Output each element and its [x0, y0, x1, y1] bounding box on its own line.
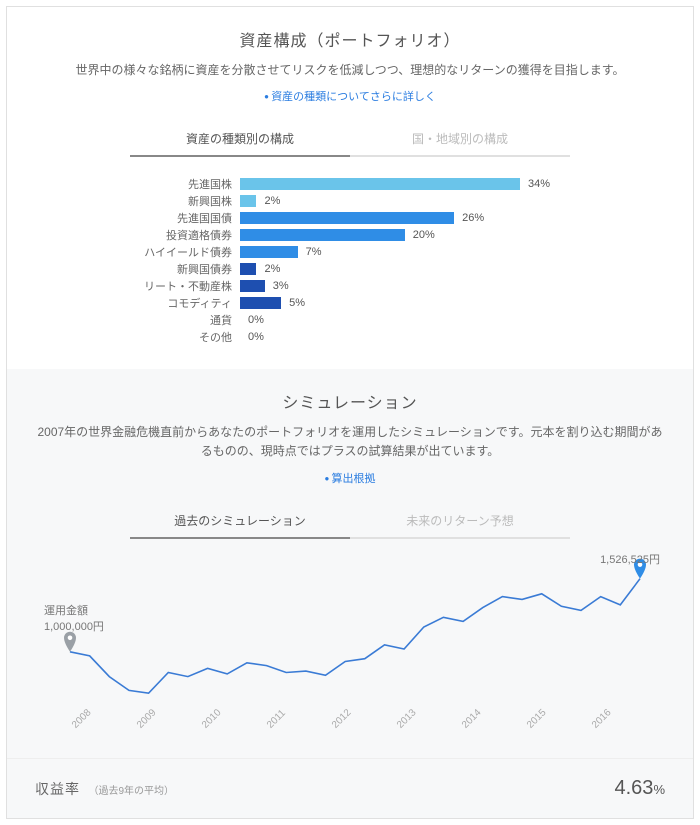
- return-row: 収益率 （過去9年の平均） 4.63%: [7, 758, 693, 818]
- bar-value: 7%: [298, 246, 322, 258]
- tab-future-return[interactable]: 未来のリターン予想: [350, 504, 570, 539]
- bar-label: ハイイールド債券: [130, 244, 240, 260]
- bar-track: 2%: [240, 263, 570, 275]
- return-sublabel: （過去9年の平均）: [88, 786, 174, 797]
- portfolio-tabs: 資産の種類別の構成 国・地域別の構成: [130, 122, 570, 157]
- bar-track: 26%: [240, 212, 570, 224]
- bar-track: 7%: [240, 246, 570, 258]
- simulation-line-chart: 1,526,525円 運用金額 1,000,000円 2008200920102…: [40, 557, 660, 734]
- bar-track: 2%: [240, 195, 570, 207]
- bar-fill: [240, 263, 256, 275]
- bar-track: 0%: [240, 331, 570, 343]
- bar-track: 3%: [240, 280, 570, 292]
- portfolio-more-link[interactable]: 資産の種類についてさらに詳しく: [35, 88, 665, 104]
- bar-fill: [240, 195, 256, 207]
- bar-fill: [240, 178, 520, 190]
- bar-row: その他0%: [130, 328, 570, 345]
- bar-fill: [240, 297, 281, 309]
- simulation-section: シミュレーション 2007年の世界金融危機直前からあなたのポートフォリオを運用し…: [7, 369, 693, 757]
- return-label-block: 収益率 （過去9年の平均）: [35, 779, 174, 799]
- tab-region[interactable]: 国・地域別の構成: [350, 122, 570, 157]
- tab-past-sim[interactable]: 過去のシミュレーション: [130, 504, 350, 539]
- bar-track: 34%: [240, 178, 570, 190]
- bar-label: その他: [130, 329, 240, 345]
- bar-value: 2%: [256, 195, 280, 207]
- bar-label: 新興国株: [130, 193, 240, 209]
- bar-label: 先進国国債: [130, 210, 240, 226]
- return-number: 4.63: [615, 777, 654, 799]
- bar-fill: [240, 246, 298, 258]
- bar-value: 20%: [405, 229, 435, 241]
- bar-row: ハイイールド債券 7%: [130, 243, 570, 260]
- bar-track: 0%: [240, 314, 570, 326]
- simulation-desc: 2007年の世界金融危機直前からあなたのポートフォリオを運用したシミュレーション…: [35, 423, 665, 461]
- bar-value: 34%: [520, 178, 550, 190]
- bar-fill: [240, 280, 265, 292]
- simulation-tabs: 過去のシミュレーション 未来のリターン予想: [130, 504, 570, 539]
- end-value: 1,526,525円: [600, 554, 660, 566]
- bar-row: 投資適格債券 20%: [130, 226, 570, 243]
- x-axis-ticks: 200820092010201120122013201420152016: [70, 723, 630, 734]
- bar-fill: [240, 229, 405, 241]
- simulation-basis-link[interactable]: 算出根拠: [35, 470, 665, 486]
- line-svg: [40, 557, 660, 717]
- bar-label: 新興国債券: [130, 261, 240, 277]
- allocation-bar-chart: 先進国株 34% 新興国株 2% 先進国国債 26% 投資適格債券 20% ハイイールド債券 7%…: [130, 175, 570, 345]
- portfolio-desc: 世界中の様々な銘柄に資産を分散させてリスクを低減しつつ、理想的なリターンの獲得を…: [35, 61, 665, 80]
- bar-row: コモディティ 5%: [130, 294, 570, 311]
- tab-asset-type[interactable]: 資産の種類別の構成: [130, 122, 350, 157]
- bar-label: リート・不動産株: [130, 278, 240, 294]
- start-label-text: 運用金額: [44, 602, 104, 618]
- bar-value: 2%: [256, 263, 280, 275]
- bar-track: 20%: [240, 229, 570, 241]
- bar-row: リート・不動産株 3%: [130, 277, 570, 294]
- simulation-title: シミュレーション: [35, 389, 665, 413]
- bar-row: 新興国債券 2%: [130, 260, 570, 277]
- bar-value: 5%: [281, 297, 305, 309]
- portfolio-title: 資産構成（ポートフォリオ）: [35, 27, 665, 51]
- bar-fill: [240, 212, 454, 224]
- bar-label: 先進国株: [130, 176, 240, 192]
- bar-row: 新興国株 2%: [130, 192, 570, 209]
- return-label: 収益率: [35, 781, 80, 797]
- start-value-label: 運用金額 1,000,000円: [44, 602, 104, 634]
- bar-row: 通貨0%: [130, 311, 570, 328]
- bar-row: 先進国株 34%: [130, 175, 570, 192]
- return-value: 4.63%: [615, 777, 666, 800]
- start-value: 1,000,000円: [44, 618, 104, 634]
- return-pct: %: [653, 782, 665, 797]
- bar-label: コモディティ: [130, 295, 240, 311]
- bar-value: 26%: [454, 212, 484, 224]
- bar-label: 通貨: [130, 312, 240, 328]
- bar-value: 0%: [240, 314, 264, 326]
- bar-row: 先進国国債 26%: [130, 209, 570, 226]
- bar-value: 3%: [265, 280, 289, 292]
- portfolio-card: 資産構成（ポートフォリオ） 世界中の様々な銘柄に資産を分散させてリスクを低減しつ…: [6, 6, 694, 819]
- end-value-label: 1,526,525円: [600, 551, 660, 567]
- bar-value: 0%: [240, 331, 264, 343]
- portfolio-section: 資産構成（ポートフォリオ） 世界中の様々な銘柄に資産を分散させてリスクを低減しつ…: [7, 7, 693, 369]
- bar-track: 5%: [240, 297, 570, 309]
- bar-label: 投資適格債券: [130, 227, 240, 243]
